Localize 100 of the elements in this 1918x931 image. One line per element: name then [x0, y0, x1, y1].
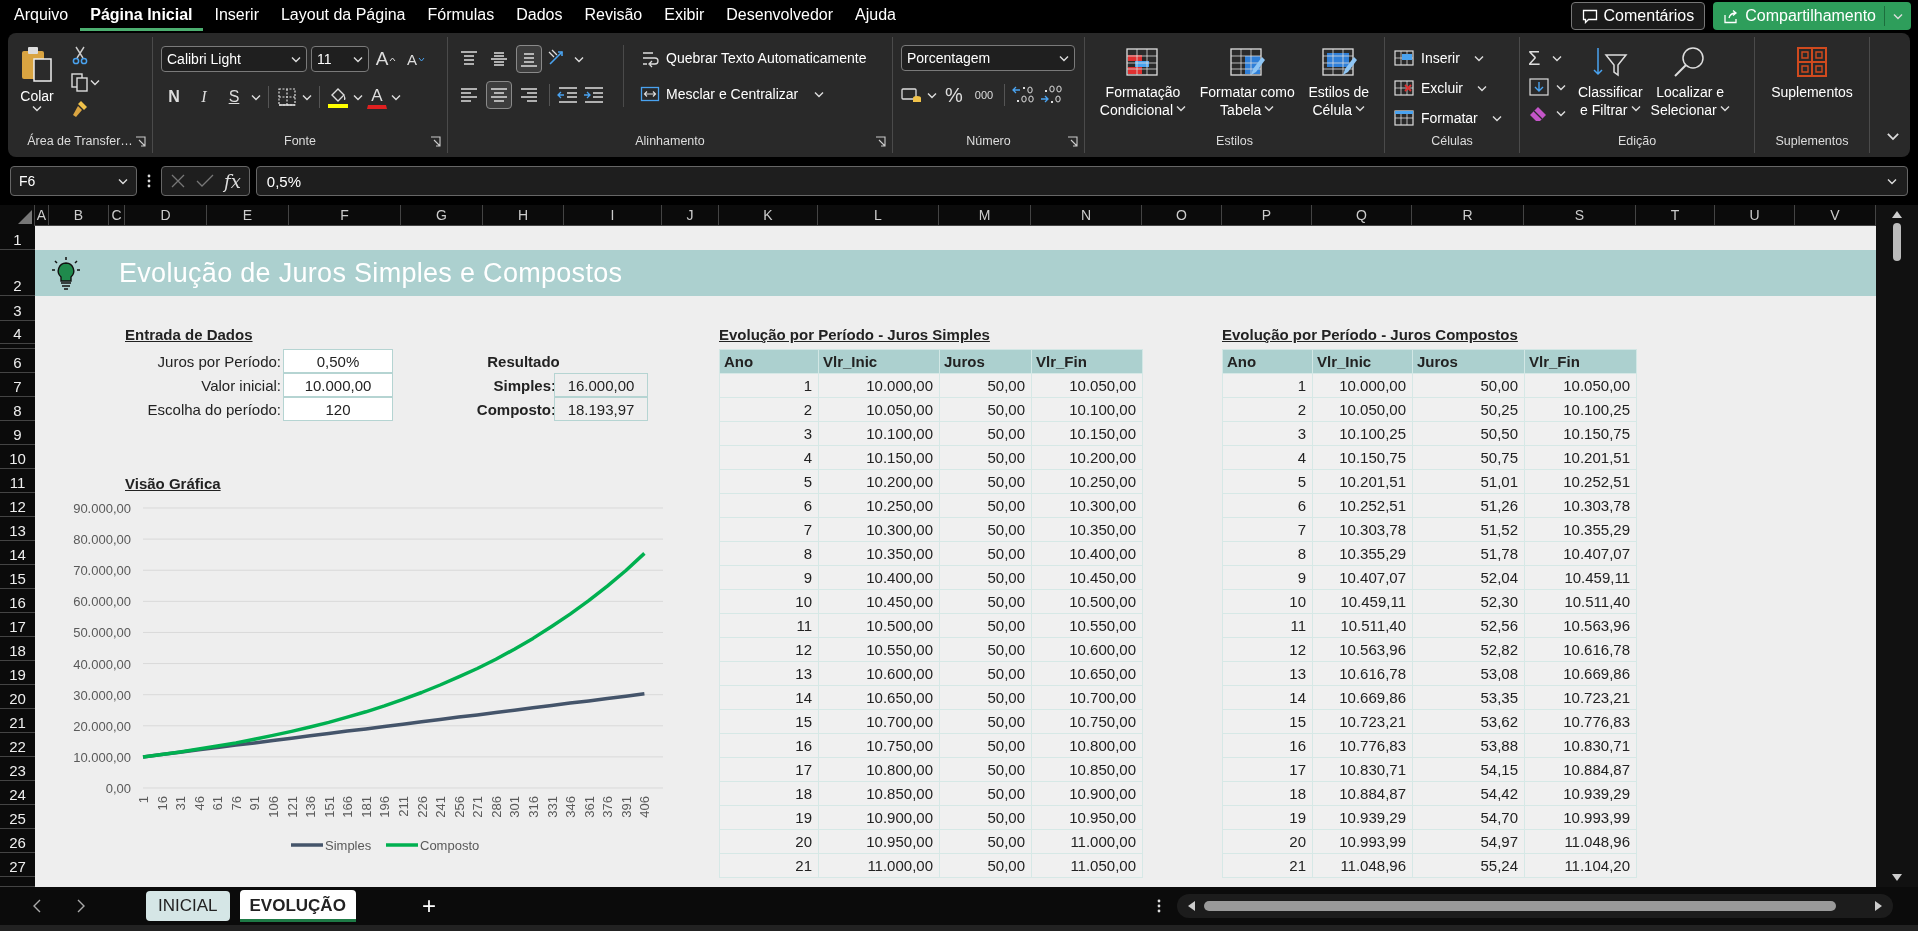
cells-button[interactable]: Formatar — [1393, 105, 1502, 131]
caret-icon[interactable] — [291, 55, 301, 63]
scroll-up-icon[interactable] — [1891, 209, 1903, 219]
input-cell[interactable]: 120 — [283, 397, 393, 421]
row-header[interactable]: 3 — [0, 296, 35, 321]
caret-icon[interactable] — [1355, 104, 1366, 112]
align-button[interactable] — [516, 45, 542, 73]
indent-icon[interactable] — [583, 85, 605, 105]
sheet-tab[interactable]: INICIAL — [146, 891, 230, 921]
accounting-icon[interactable] — [901, 85, 923, 105]
styles-button[interactable]: Estilos de Célula — [1306, 45, 1372, 119]
caret-icon[interactable] — [1264, 104, 1275, 112]
autosum-button[interactable]: Σ — [1528, 45, 1566, 71]
caret-icon[interactable] — [251, 93, 261, 101]
insert-function-button[interactable]: fx — [224, 170, 241, 192]
shrink-font-button[interactable]: A — [403, 45, 429, 73]
caret-icon[interactable] — [302, 93, 312, 101]
caret-icon[interactable] — [90, 78, 100, 86]
borders-icon[interactable] — [276, 86, 298, 108]
checkmark-icon[interactable] — [196, 173, 214, 189]
ribbon-tab[interactable]: Desenvolvedor — [716, 1, 843, 31]
ribbon-tab[interactable]: Página Inicial — [80, 1, 203, 31]
caret-icon[interactable] — [574, 55, 584, 63]
scissors-icon[interactable] — [70, 45, 90, 65]
row-header[interactable]: 18 — [0, 637, 35, 661]
previous-sheet-icon[interactable] — [32, 898, 42, 914]
thousands-button[interactable]: 000 — [971, 81, 997, 109]
scrollbar-thumb[interactable] — [1893, 223, 1901, 261]
fill-down-icon[interactable] — [1528, 77, 1550, 97]
scroll-down-icon[interactable] — [1891, 873, 1903, 883]
sheet-column-header[interactable]: P — [1222, 205, 1312, 226]
caret-icon[interactable] — [1886, 132, 1900, 141]
caret-icon[interactable] — [1630, 104, 1641, 112]
sheet-column-header[interactable]: V — [1795, 205, 1876, 226]
sheet-column-header[interactable]: Q — [1312, 205, 1412, 226]
percent-button[interactable]: % — [941, 81, 967, 109]
launcher-icon[interactable] — [1067, 136, 1078, 147]
sheet-column-header[interactable]: G — [401, 205, 483, 226]
launcher-icon[interactable] — [875, 136, 886, 147]
ribbon-tab[interactable]: Inserir — [204, 1, 269, 31]
caret-icon[interactable] — [927, 91, 937, 99]
sheet-column-header[interactable]: L — [818, 205, 939, 226]
caret-icon[interactable] — [1556, 83, 1566, 91]
caret-icon[interactable] — [1176, 104, 1187, 112]
next-sheet-icon[interactable] — [76, 898, 86, 914]
sheet-column-header[interactable]: I — [564, 205, 662, 226]
ribbon-tab[interactable]: Fórmulas — [417, 1, 505, 31]
outdent-icon[interactable] — [557, 85, 579, 105]
sheet-column-header[interactable]: U — [1715, 205, 1795, 226]
row-header[interactable]: 12 — [0, 493, 35, 517]
italic-button[interactable]: I — [191, 83, 217, 111]
font-color-button[interactable]: A — [367, 85, 387, 109]
row-header[interactable]: 20 — [0, 685, 35, 709]
ribbon-tab[interactable]: Dados — [506, 1, 573, 31]
align-button[interactable] — [486, 81, 512, 109]
sheet-column-header[interactable]: H — [483, 205, 564, 226]
input-cell[interactable]: 10.000,00 — [283, 373, 393, 397]
row-header[interactable]: 26 — [0, 829, 35, 853]
row-header[interactable]: 24 — [0, 781, 35, 805]
row-header[interactable]: 11 — [0, 469, 35, 493]
sheet-column-header[interactable]: R — [1412, 205, 1524, 226]
sheet-column-header[interactable]: D — [125, 205, 207, 226]
caret-icon[interactable] — [32, 105, 42, 112]
caret-icon[interactable] — [1719, 104, 1730, 112]
ribbon-tab[interactable]: Layout da Página — [270, 1, 416, 31]
sheet-column-header[interactable]: O — [1142, 205, 1222, 226]
bold-button[interactable]: N — [161, 83, 187, 111]
caret-icon[interactable] — [1477, 84, 1487, 92]
ribbon-tab[interactable]: Revisão — [574, 1, 653, 31]
caret-icon[interactable] — [118, 177, 128, 185]
styles-button[interactable]: Formatação Condicional — [1097, 45, 1189, 119]
row-header[interactable]: 27 — [0, 853, 35, 877]
sheet-column-header[interactable]: B — [49, 205, 109, 226]
row-header[interactable]: 21 — [0, 709, 35, 733]
sheet-column-header[interactable]: J — [662, 205, 719, 226]
copy-icon[interactable] — [70, 72, 90, 92]
paste-button[interactable]: Colar — [16, 45, 58, 116]
ribbon-tab[interactable]: Ajuda — [845, 1, 906, 31]
row-header[interactable]: 8 — [0, 397, 35, 421]
row-header[interactable]: 22 — [0, 733, 35, 757]
underline-button[interactable]: S — [221, 83, 247, 111]
caret-icon[interactable] — [1059, 54, 1069, 62]
row-header[interactable]: 17 — [0, 613, 35, 637]
select-all-icon[interactable] — [18, 210, 32, 224]
input-cell[interactable]: 0,50% — [283, 349, 393, 373]
styles-button[interactable]: Formatar como Tabela — [1197, 45, 1297, 119]
sheet-column-header[interactable]: T — [1636, 205, 1715, 226]
sheet-column-header[interactable]: S — [1524, 205, 1636, 226]
wrap-text-button[interactable]: Quebrar Texto Automaticamente — [640, 45, 867, 71]
sheet-column-header[interactable]: M — [939, 205, 1031, 226]
launcher-icon[interactable] — [135, 136, 146, 147]
caret-icon[interactable] — [1491, 114, 1502, 122]
row-header[interactable]: 10 — [0, 445, 35, 469]
increase-decimal-icon[interactable] — [1012, 84, 1036, 106]
row-header[interactable]: 7 — [0, 373, 35, 397]
grow-font-button[interactable]: A — [373, 45, 399, 73]
caret-icon[interactable] — [1552, 54, 1563, 62]
row-header[interactable]: 2 — [0, 250, 35, 296]
row-header[interactable]: 23 — [0, 757, 35, 781]
formula-input[interactable]: 0,5% — [255, 166, 1908, 196]
